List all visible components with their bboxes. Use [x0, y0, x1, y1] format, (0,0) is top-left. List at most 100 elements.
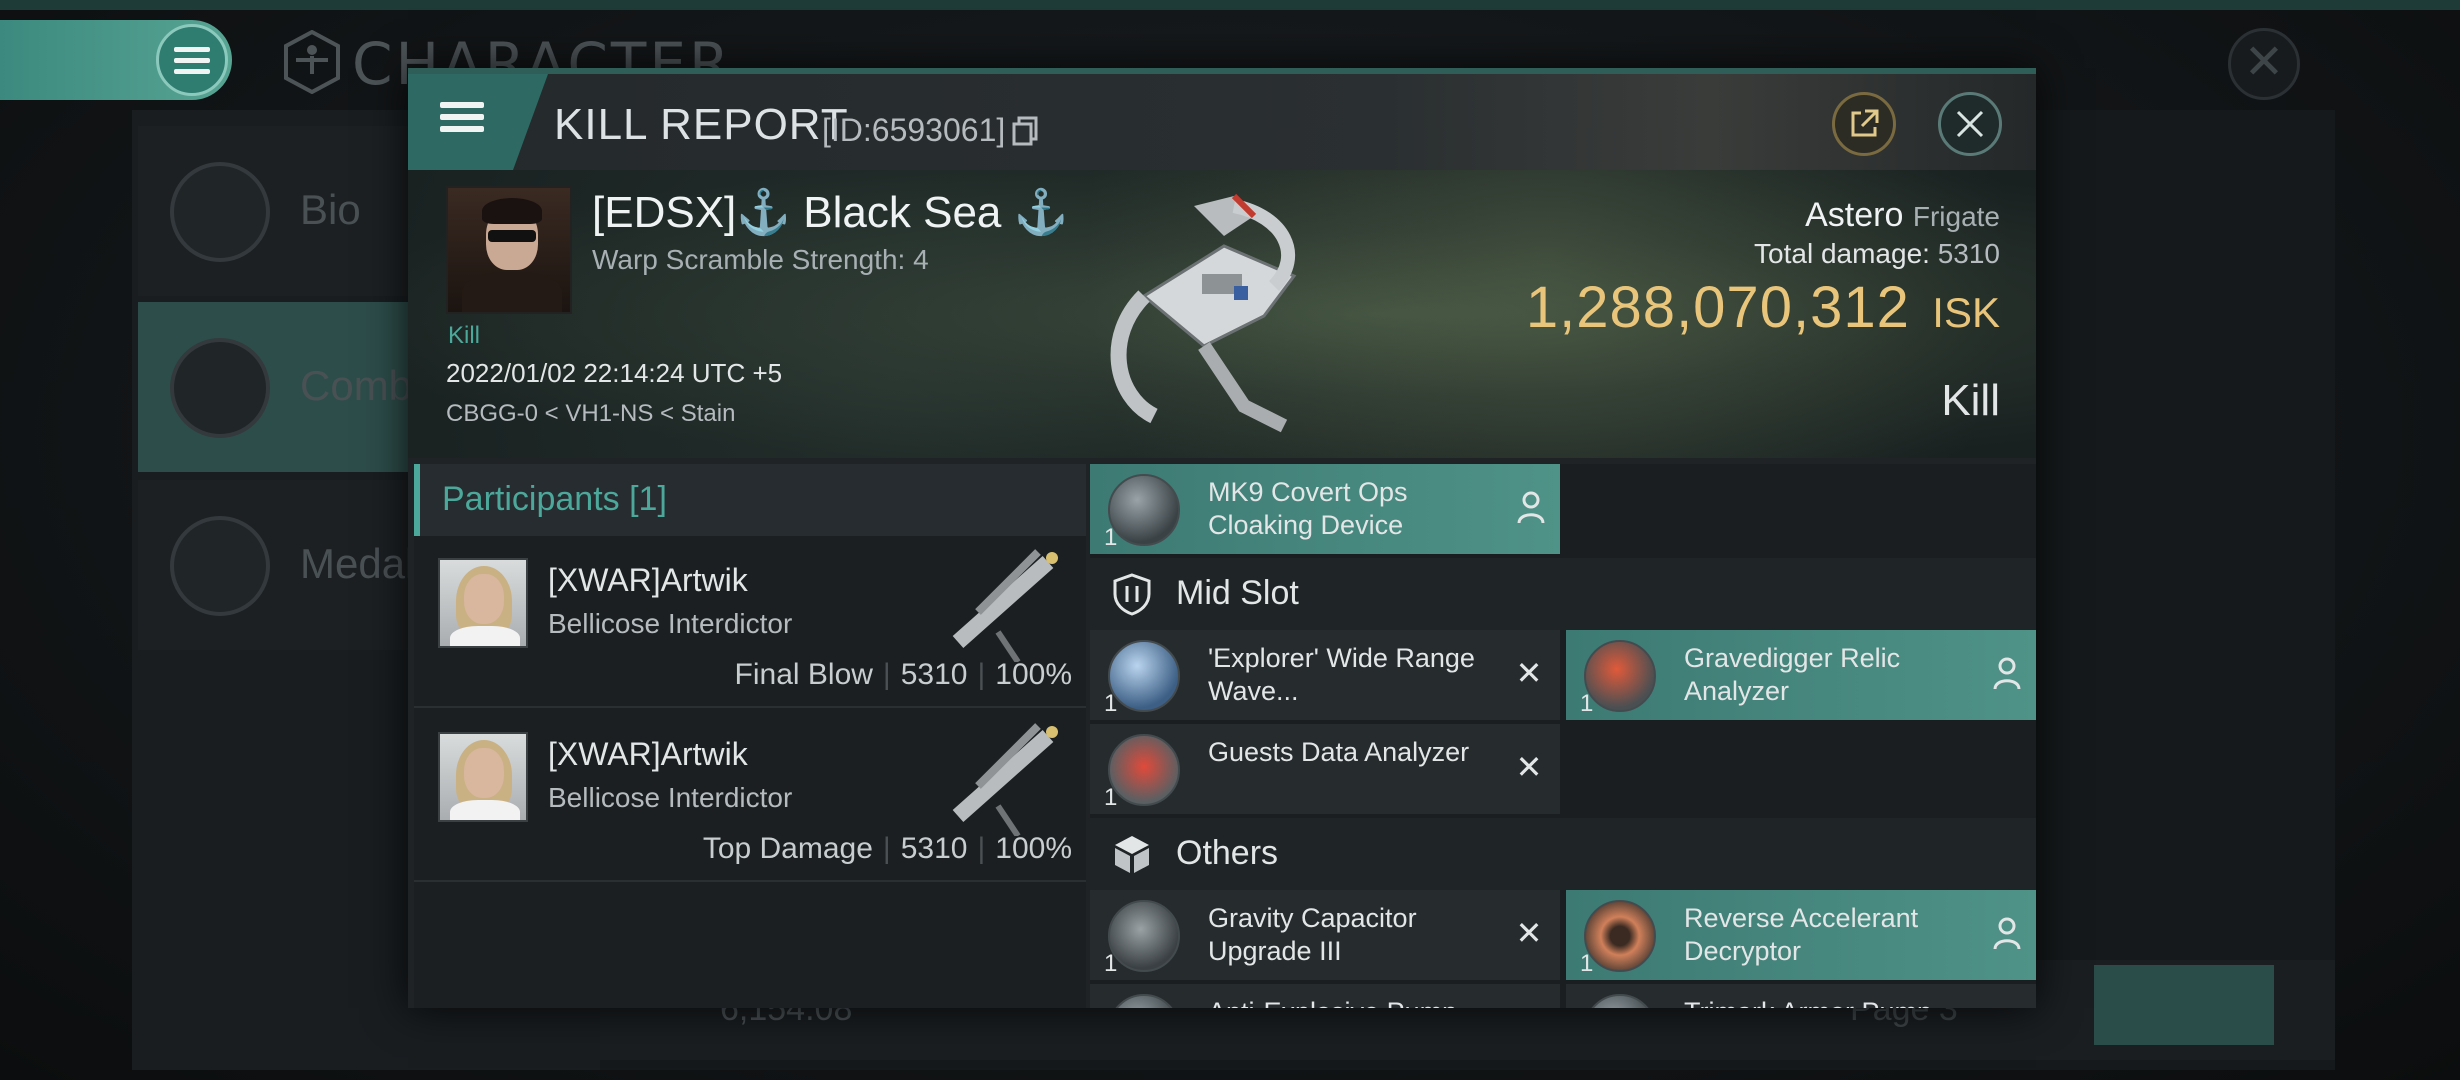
- fit-item[interactable]: 1 'Explorer' Wide Range Wave... ✕: [1090, 630, 1560, 720]
- isk-row: 1,288,070,312 ISK: [1526, 274, 2000, 341]
- kill-tag: Kill: [448, 322, 481, 349]
- participant-name: [XWAR]Artwik: [548, 736, 748, 772]
- fit-item[interactable]: 1 MK9 Covert Ops Cloaking Device: [1090, 464, 1560, 554]
- fittings-panel: 1 MK9 Covert Ops Cloaking Device Mid Slo…: [1090, 464, 2036, 1008]
- fit-quantity: 1: [1104, 784, 1118, 811]
- isk-unit: ISK: [1932, 289, 2000, 336]
- menu-icon: [440, 102, 484, 132]
- participant-stats: Top Damage | 5310 | 100%: [702, 832, 1072, 865]
- participant-name: [XWAR]Artwik: [548, 562, 748, 598]
- total-damage: Total damage: 5310: [1754, 238, 2000, 270]
- x-mark-icon: ✕: [1515, 749, 1543, 785]
- modal-menu-button[interactable]: [408, 74, 548, 170]
- kill-report-modal: KILL REPORT [ID:6593061] [EDSX]⚓ Black S…: [408, 68, 2036, 1008]
- participant-row[interactable]: [XWAR]Artwik Bellicose Interdictor Top D…: [414, 710, 1086, 882]
- person-icon: [1517, 491, 1545, 524]
- victim-portrait[interactable]: [446, 186, 572, 314]
- kill-result: Kill: [1941, 376, 2000, 425]
- participant-portrait[interactable]: [438, 558, 528, 648]
- armor-pump-icon: [1584, 994, 1656, 1008]
- participant-stats: Final Blow | 5310 | 100%: [734, 658, 1072, 691]
- x-mark-icon: ✕: [1515, 915, 1543, 951]
- victim-banner: [EDSX]⚓ Black Sea ⚓ Warp Scramble Streng…: [408, 170, 2036, 458]
- others-header: Others: [1090, 818, 2036, 890]
- background-close-icon[interactable]: ✕: [2228, 28, 2300, 100]
- total-damage-label: Total damage:: [1754, 238, 1930, 269]
- participant-ship-image: [952, 549, 1058, 662]
- person-icon: [1993, 657, 2021, 690]
- participant-role: Top Damage: [702, 832, 873, 865]
- fit-item[interactable]: 1 Gravedigger Relic Analyzer: [1566, 630, 2036, 720]
- filter-button[interactable]: [2094, 965, 2274, 1045]
- star-icon: [170, 516, 270, 616]
- close-button[interactable]: [1938, 92, 2002, 156]
- ship-type: Astero: [1805, 196, 1904, 234]
- shield-icon: [1113, 573, 1151, 616]
- warp-scramble-strength: Warp Scramble Strength: 4: [592, 244, 929, 275]
- kill-date: 2022/01/02 22:14:24 UTC +5: [446, 358, 783, 388]
- fit-quantity: 1: [1580, 950, 1594, 977]
- participant-percent: 100%: [995, 658, 1072, 691]
- participants-title: Participants [1]: [442, 480, 667, 518]
- fit-name: Trimark Armor Pump: [1684, 996, 1964, 1008]
- cloaking-device-icon: [1108, 474, 1180, 546]
- fit-name: Gravedigger Relic Analyzer: [1684, 643, 1901, 706]
- fit-item[interactable]: Trimark Armor Pump: [1566, 984, 2036, 1008]
- participant-portrait[interactable]: [438, 732, 528, 822]
- scanner-icon: [1108, 640, 1180, 712]
- modal-title: KILL REPORT: [554, 100, 849, 149]
- fit-name: Gravity Capacitor Upgrade III: [1208, 903, 1417, 966]
- top-strip: [0, 0, 2460, 10]
- page: CHARACTER ✕ Bio Comb Medal 6,154.08 Page…: [0, 0, 2460, 1080]
- total-damage-value: 5310: [1937, 238, 2000, 269]
- participant-percent: 100%: [995, 832, 1072, 865]
- cube-icon: [1115, 836, 1149, 873]
- mid-slot-header: Mid Slot: [1090, 558, 2036, 630]
- menu-icon: [156, 24, 228, 96]
- participant-damage: 5310: [900, 832, 968, 865]
- sidebar-item-label: Comb: [300, 362, 413, 409]
- victim-name[interactable]: [EDSX]⚓ Black Sea ⚓: [592, 186, 1068, 238]
- fit-quantity: 1: [1580, 690, 1594, 717]
- close-icon: [1956, 110, 1984, 138]
- copy-icon[interactable]: [1012, 116, 1038, 146]
- fit-quantity: 1: [1104, 524, 1118, 551]
- bio-icon: [170, 162, 270, 262]
- participants-panel: Participants [1] [XWAR]Artwik Bellicose …: [414, 464, 1086, 1008]
- participant-row[interactable]: [XWAR]Artwik Bellicose Interdictor Final…: [414, 536, 1086, 708]
- person-icon: [1993, 917, 2021, 950]
- fit-item[interactable]: 1 Gravity Capacitor Upgrade III ✕: [1090, 890, 1560, 980]
- others-label: Others: [1176, 834, 1279, 872]
- fit-quantity: 1: [1104, 950, 1118, 977]
- mid-slot-label: Mid Slot: [1176, 574, 1299, 612]
- participant-role: Final Blow: [734, 658, 873, 691]
- decryptor-icon: [1584, 900, 1656, 972]
- kill-id: [ID:6593061]: [822, 112, 1006, 148]
- sidebar-item-label: Medal: [300, 540, 415, 587]
- ship-image[interactable]: [1084, 186, 1354, 436]
- participant-ship: Bellicose Interdictor: [548, 608, 793, 639]
- share-icon: [1851, 109, 1879, 137]
- fit-name: Guests Data Analyzer: [1208, 737, 1470, 767]
- modal-header: KILL REPORT [ID:6593061]: [408, 74, 2036, 170]
- fit-item[interactable]: 1 Guests Data Analyzer ✕: [1090, 724, 1560, 814]
- sidebar-item-label: Bio: [300, 186, 361, 233]
- participant-ship-image: [952, 723, 1058, 836]
- vitruvian-icon: [284, 30, 340, 94]
- fit-quantity: 1: [1104, 690, 1118, 717]
- ship-name: Astero Frigate: [1805, 196, 2000, 235]
- relic-analyzer-icon: [1584, 640, 1656, 712]
- capacitor-upgrade-icon: [1108, 900, 1180, 972]
- background-menu-button[interactable]: [0, 20, 232, 100]
- data-analyzer-icon: [1108, 734, 1180, 806]
- isk-value: 1,288,070,312: [1525, 275, 1910, 340]
- fit-name: Anti-Explosive Pump: [1208, 996, 1488, 1008]
- fit-name: 'Explorer' Wide Range Wave...: [1208, 643, 1475, 706]
- x-mark-icon: ✕: [1515, 655, 1543, 691]
- participant-damage: 5310: [900, 658, 968, 691]
- fit-item[interactable]: Anti-Explosive Pump: [1090, 984, 1560, 1008]
- kill-location: CBGG-0 < VH1-NS < Stain: [446, 400, 736, 427]
- fit-item[interactable]: 1 Reverse Accelerant Decryptor: [1566, 890, 2036, 980]
- share-button[interactable]: [1832, 92, 1896, 156]
- participants-header: Participants [1]: [414, 464, 1086, 536]
